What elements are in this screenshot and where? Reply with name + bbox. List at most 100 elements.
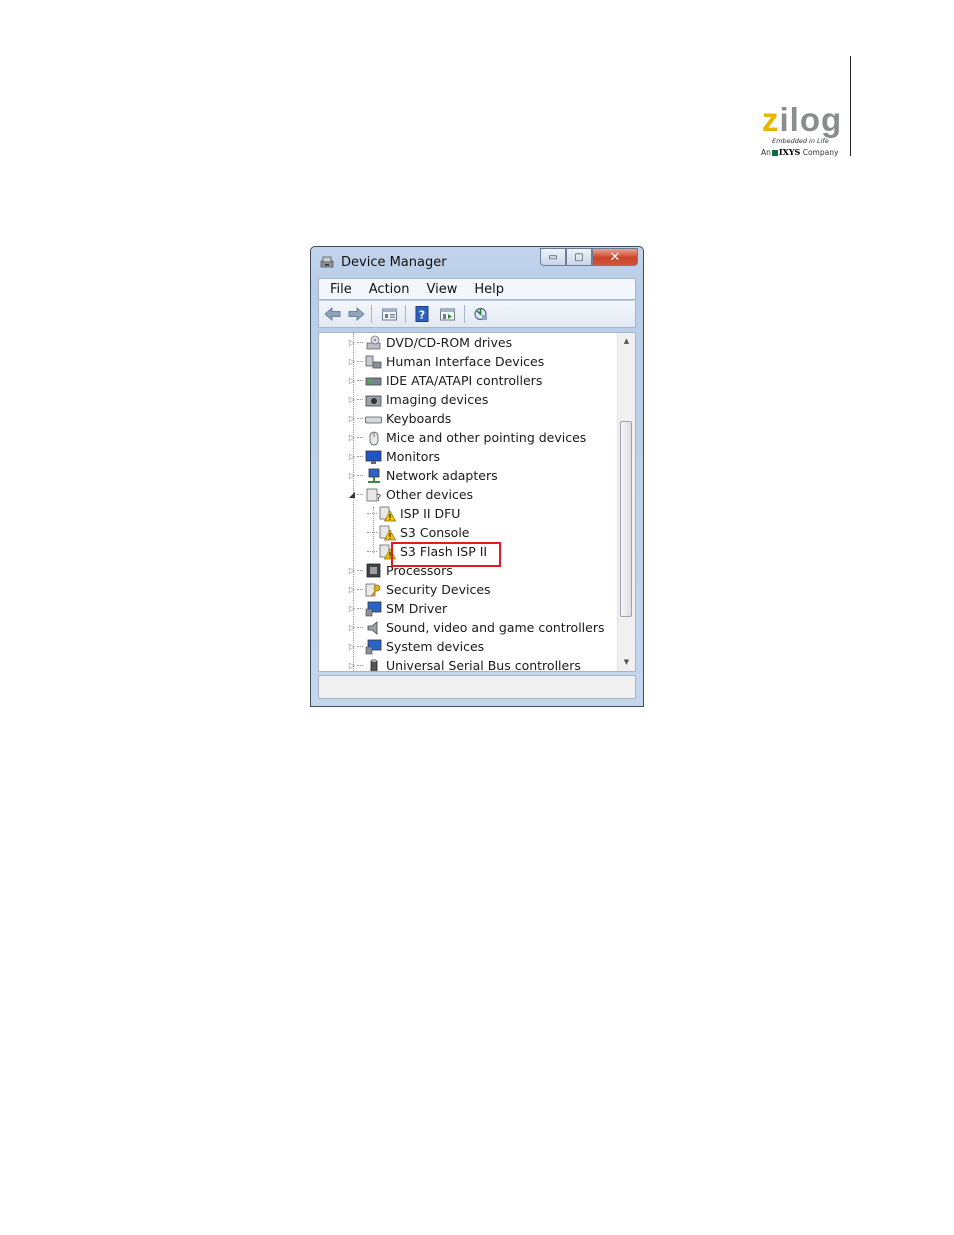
toolbar-separator — [371, 305, 372, 323]
expand-icon[interactable]: ▷ — [347, 338, 357, 347]
warning-device-icon — [379, 525, 396, 540]
help-icon[interactable]: ? — [414, 306, 431, 322]
status-bar — [318, 675, 636, 699]
tree-item-imaging[interactable]: ▷ Imaging devices — [347, 390, 488, 409]
warning-device-icon — [379, 506, 396, 521]
device-manager-window: Device Manager ▭ ▢ ✕ File Action View He… — [310, 246, 644, 707]
tree-item-label: IDE ATA/ATAPI controllers — [386, 373, 543, 388]
toolbar-separator — [405, 305, 406, 323]
toolbar-separator — [464, 305, 465, 323]
tree-item-usb[interactable]: ▷ Universal Serial Bus controllers — [347, 656, 581, 672]
tree-item-keyboards[interactable]: ▷ Keyboards — [347, 409, 451, 428]
ixys-square-icon — [771, 150, 778, 156]
logo-tagline: Embedded in Life — [772, 137, 829, 145]
tree-item-ide[interactable]: ▷ IDE ATA/ATAPI controllers — [347, 371, 542, 390]
caption-buttons: ▭ ▢ ✕ — [540, 248, 638, 266]
dvd-drive-icon — [366, 335, 381, 349]
expand-icon[interactable]: ▷ — [347, 433, 357, 442]
speaker-icon — [367, 620, 378, 635]
system-icon — [365, 639, 382, 654]
tree-item-security[interactable]: ▷ Security Devices — [347, 580, 491, 599]
scroll-up-arrow-icon[interactable]: ▲ — [618, 333, 635, 350]
key-icon — [365, 583, 381, 597]
expand-icon[interactable]: ▷ — [347, 604, 357, 613]
back-arrow-icon[interactable] — [324, 306, 341, 322]
ixys-company-line: An IXYS Company — [761, 147, 839, 157]
expand-icon[interactable]: ▷ — [347, 471, 357, 480]
tree-item-label: Mice and other pointing devices — [386, 430, 587, 445]
tree-item-label: Network adapters — [386, 468, 498, 483]
header-divider — [850, 56, 851, 156]
device-tree: ▷ DVD/CD-ROM drives ▷ Human Interface De… — [318, 332, 636, 672]
expand-icon[interactable]: ▷ — [347, 566, 357, 575]
processor-icon — [366, 563, 381, 577]
close-button[interactable]: ✕ — [592, 248, 638, 266]
expand-icon[interactable]: ▷ — [347, 623, 357, 632]
expand-icon[interactable]: ▷ — [347, 452, 357, 461]
monitor-icon — [365, 450, 382, 464]
tree-item-label: ISP II DFU — [400, 506, 461, 521]
tree-item-label: Other devices — [386, 487, 474, 502]
expand-icon[interactable]: ▷ — [347, 357, 357, 366]
tree-item-label: Universal Serial Bus controllers — [386, 658, 581, 672]
collapse-icon[interactable]: ◢ — [347, 490, 357, 499]
tree-item-label: DVD/CD-ROM drives — [386, 335, 513, 350]
menu-action[interactable]: Action — [369, 282, 410, 297]
tree-item-s3-console[interactable]: S3 Console — [367, 523, 469, 542]
tree-item-label: S3 Console — [400, 525, 470, 540]
scroll-thumb[interactable] — [620, 421, 632, 617]
svg-text:?: ? — [419, 309, 425, 322]
tree-item-label: SM Driver — [386, 601, 448, 616]
maximize-button[interactable]: ▢ — [566, 248, 592, 266]
expand-icon[interactable]: ▷ — [347, 414, 357, 423]
menu-file[interactable]: File — [330, 282, 352, 297]
tree-item-dvd[interactable]: ▷ DVD/CD-ROM drives — [347, 333, 512, 352]
expand-icon[interactable]: ▷ — [347, 661, 357, 670]
usb-icon — [370, 658, 378, 671]
camera-icon — [365, 395, 382, 406]
vertical-scrollbar[interactable]: ▲ ▼ — [617, 333, 635, 671]
menu-bar: File Action View Help — [318, 278, 636, 300]
title-bar[interactable]: Device Manager ▭ ▢ ✕ — [311, 247, 643, 277]
svg-text:?: ? — [376, 493, 381, 503]
expand-icon[interactable]: ▷ — [347, 585, 357, 594]
window-title: Device Manager — [341, 255, 447, 270]
menu-help[interactable]: Help — [474, 282, 504, 297]
tree-item-monitors[interactable]: ▷ Monitors — [347, 447, 440, 466]
tree-item-hid[interactable]: ▷ Human Interface Devices — [347, 352, 544, 371]
scan-hardware-icon[interactable] — [472, 306, 489, 322]
tree-item-label: Sound, video and game controllers — [386, 620, 605, 635]
tree-item-system[interactable]: ▷ System devices — [347, 637, 484, 656]
zilog-wordmark: zilog — [762, 101, 843, 138]
mouse-icon — [369, 431, 379, 445]
tree-item-label: Security Devices — [386, 582, 491, 597]
properties-icon[interactable] — [381, 306, 398, 322]
tree-item-mice[interactable]: ▷ Mice and other pointing devices — [347, 428, 586, 447]
update-driver-icon[interactable] — [439, 306, 456, 322]
tree-item-isp-dfu[interactable]: ISP II DFU — [367, 504, 460, 523]
tree-item-label: Imaging devices — [386, 392, 489, 407]
hid-icon — [365, 355, 382, 368]
toolbar: ? — [318, 301, 636, 328]
device-manager-icon — [320, 256, 334, 268]
network-icon — [368, 468, 380, 483]
tree-item-other-devices[interactable]: ◢ ? Other devices — [347, 485, 473, 504]
tree-item-sm-driver[interactable]: ▷ SM Driver — [347, 599, 447, 618]
zilog-logo: zilog Embedded in Life An IXYS Company — [752, 100, 852, 160]
tree-item-network[interactable]: ▷ Network adapters — [347, 466, 498, 485]
expand-icon[interactable]: ▷ — [347, 376, 357, 385]
tree-item-label: Monitors — [386, 449, 441, 464]
tree-item-sound[interactable]: ▷ Sound, video and game controllers — [347, 618, 605, 637]
tree-item-label: Keyboards — [386, 411, 452, 426]
forward-arrow-icon[interactable] — [348, 306, 365, 322]
tree-item-label: Human Interface Devices — [386, 354, 545, 369]
highlight-box — [391, 542, 501, 567]
menu-view[interactable]: View — [426, 282, 457, 297]
scroll-down-arrow-icon[interactable]: ▼ — [618, 654, 635, 671]
tree-item-label: System devices — [386, 639, 485, 654]
minimize-button[interactable]: ▭ — [540, 248, 566, 266]
system-icon — [365, 601, 382, 616]
expand-icon[interactable]: ▷ — [347, 642, 357, 651]
keyboard-icon — [365, 416, 382, 423]
expand-icon[interactable]: ▷ — [347, 395, 357, 404]
